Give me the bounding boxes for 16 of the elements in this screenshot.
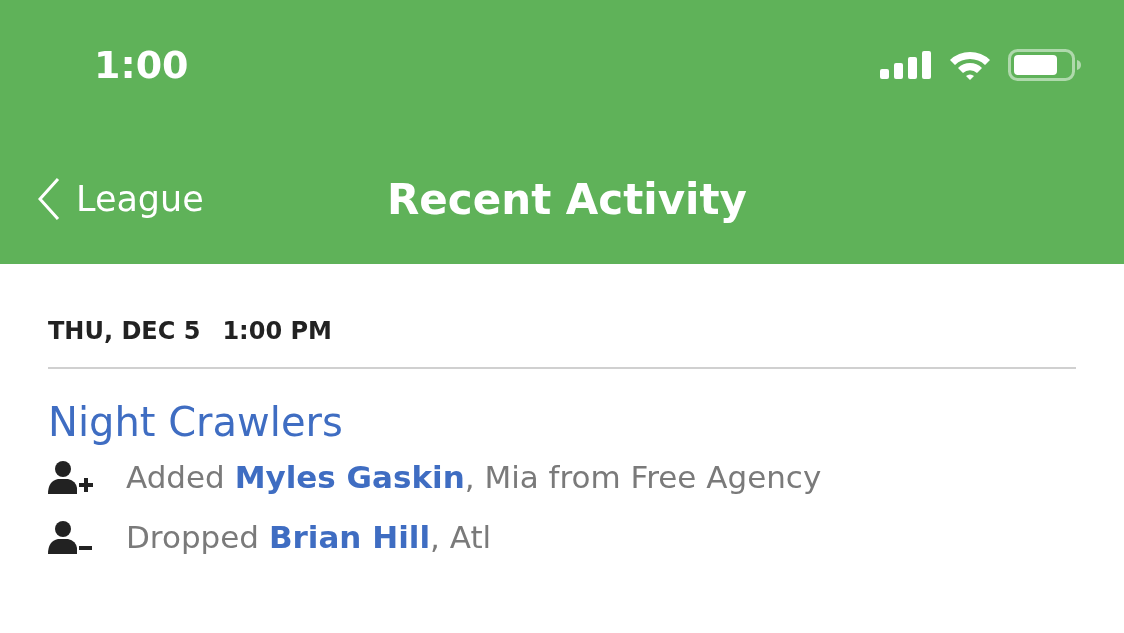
wifi-icon xyxy=(948,49,992,81)
transaction-text: Dropped Brian Hill, Atl xyxy=(126,519,492,555)
activity-date: THU, DEC 5 xyxy=(48,316,201,347)
screen-title: Recent Activity xyxy=(386,174,747,224)
person-remove-icon xyxy=(48,520,94,554)
player-link[interactable]: Myles Gaskin xyxy=(234,459,465,495)
back-button[interactable]: League xyxy=(38,178,204,220)
team-name-link[interactable]: Night Crawlers xyxy=(48,397,343,447)
battery-icon xyxy=(1008,49,1082,81)
person-add-icon xyxy=(48,460,94,494)
player-link[interactable]: Brian Hill xyxy=(268,519,431,555)
transaction-text: Added Myles Gaskin, Mia from Free Agency xyxy=(126,459,822,495)
status-time: 1:00 xyxy=(94,43,189,87)
signal-icon xyxy=(880,51,932,79)
chevron-left-icon xyxy=(38,178,60,220)
activity-time: 1:00 PM xyxy=(222,316,332,347)
